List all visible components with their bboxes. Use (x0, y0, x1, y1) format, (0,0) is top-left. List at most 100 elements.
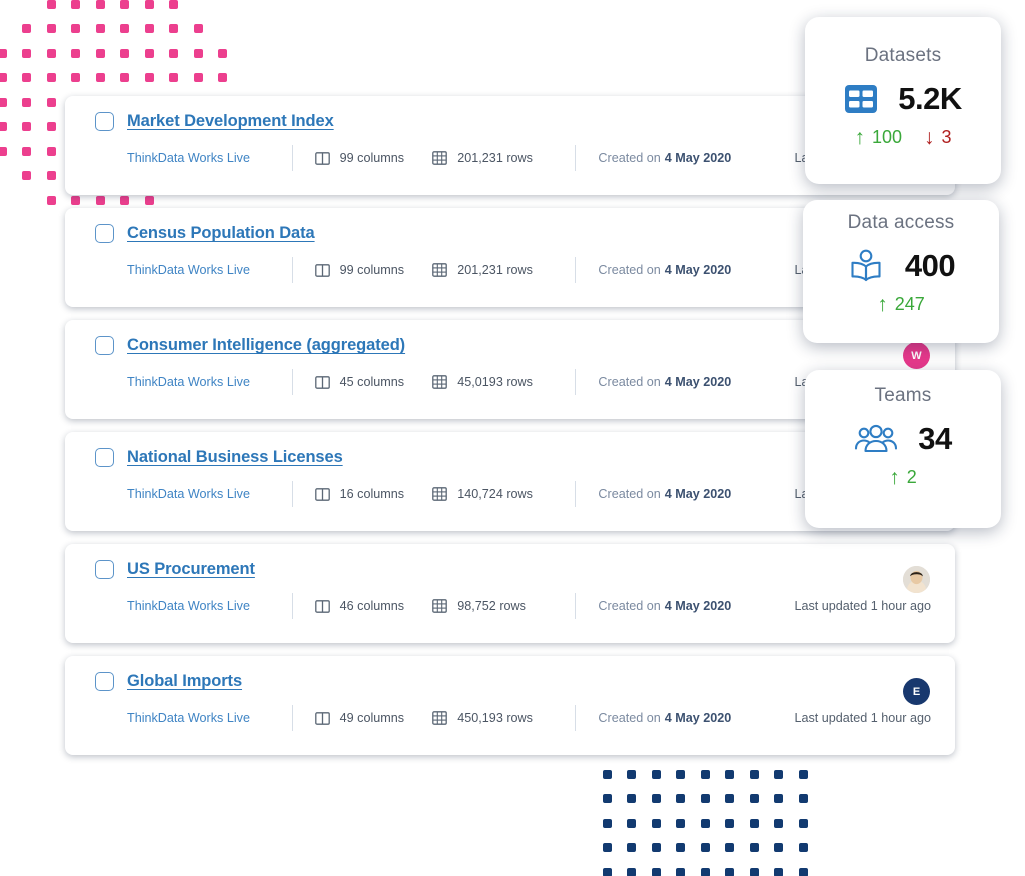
decorative-dot (602, 867, 612, 876)
meta-divider (291, 481, 293, 507)
stat-card-deltas: ↑ 2 (889, 467, 917, 488)
avatar[interactable]: W (903, 342, 930, 369)
dataset-columns-value: 99 columns (339, 151, 405, 165)
dataset-rows-meta: 450,193 rows (432, 711, 575, 725)
dataset-rows-meta: 45,0193 rows (432, 375, 575, 389)
created-on-date: 4 May 2020 (664, 599, 732, 613)
decorative-dot (46, 97, 56, 107)
decorative-dot (749, 843, 759, 853)
stat-card-deltas: ↑ 100 ↓ 3 (854, 127, 951, 148)
meta-divider (291, 705, 293, 731)
rows-icon (432, 711, 448, 725)
dataset-title-link[interactable]: Consumer Intelligence (aggregated) (127, 336, 405, 355)
decorative-dot (218, 0, 227, 9)
stat-card-data-access[interactable]: Data access 400 ↑ 247 (803, 200, 999, 343)
dataset-created-meta: Created on 4 May 2020 (598, 487, 794, 501)
decorative-dot (71, 0, 81, 9)
decorative-dot (0, 196, 7, 205)
dataset-row-meta: ThinkData Works Live 49 columns 450,193 ro… (127, 705, 931, 731)
row-select-checkbox[interactable] (95, 224, 114, 243)
decorative-dot (676, 843, 686, 853)
decorative-dot (193, 73, 203, 83)
dataset-source-label: ThinkData Works Live (127, 375, 250, 389)
decorative-dot (602, 818, 612, 828)
decorative-dot (676, 867, 686, 876)
dataset-title-link[interactable]: US Procurement (127, 560, 255, 579)
navy-dot-pattern-decoration (595, 762, 816, 876)
dataset-row[interactable]: US Procurement ThinkData Works Live 46 col… (65, 544, 955, 643)
stat-card-teams[interactable]: Teams 34 ↑ 2 (805, 370, 1001, 528)
decorative-dot (774, 818, 784, 828)
avatar-initial: E (912, 685, 921, 698)
dataset-row-content: US Procurement ThinkData Works Live 46 col… (65, 544, 955, 643)
decorative-dot (0, 122, 7, 132)
dataset-source-label: ThinkData Works Live (127, 487, 250, 501)
decorative-dot (22, 73, 32, 83)
decorative-dot (95, 0, 105, 9)
decorative-dot (651, 769, 661, 779)
decorative-dot (725, 818, 735, 828)
stat-card-value: 5.2K (898, 81, 962, 116)
stat-delta-down-value: 3 (941, 127, 952, 147)
columns-icon (314, 151, 330, 165)
decorative-dot (243, 24, 252, 33)
created-on-label: Created on (598, 599, 661, 613)
decorative-dot (71, 24, 81, 34)
dataset-rows-value: 45,0193 rows (457, 375, 533, 389)
row-select-checkbox[interactable] (95, 336, 114, 355)
dataset-rows-meta: 201,231 rows (432, 263, 575, 277)
arrow-up-icon: ↑ (889, 466, 900, 489)
decorative-dot (193, 48, 203, 58)
decorative-dot (676, 769, 686, 779)
dataset-row[interactable]: Global Imports ThinkData Works Live 49 col… (65, 656, 955, 755)
row-select-checkbox[interactable] (95, 112, 114, 131)
decorative-dot (22, 171, 32, 181)
dataset-title-link[interactable]: Market Development Index (127, 112, 334, 131)
dataset-source-label: ThinkData Works Live (127, 599, 250, 613)
stat-card-title: Data access (847, 212, 955, 233)
dataset-columns-value: 99 columns (339, 263, 405, 277)
dataset-rows-value: 201,231 rows (457, 263, 533, 277)
created-on-date: 4 May 2020 (664, 151, 732, 165)
decorative-dot (0, 73, 7, 83)
dataset-row-content: Global Imports ThinkData Works Live 49 col… (65, 656, 955, 755)
avatar[interactable] (903, 566, 930, 593)
columns-icon (314, 599, 330, 613)
avatar[interactable]: E (903, 678, 930, 705)
row-select-checkbox[interactable] (95, 560, 114, 579)
rows-icon (432, 487, 448, 501)
dataset-title-link[interactable]: Global Imports (127, 672, 242, 691)
stat-card-datasets[interactable]: Datasets 5.2K ↑ 100 ↓ 3 (805, 17, 1001, 184)
decorative-dot (651, 794, 661, 804)
decorative-dot (22, 122, 32, 132)
decorative-dot (95, 48, 105, 58)
dataset-title-link[interactable]: National Business Licenses (127, 448, 343, 467)
decorative-dot (71, 48, 81, 58)
decorative-dot (120, 24, 130, 34)
decorative-dot (798, 769, 808, 779)
dataset-source-label: ThinkData Works Live (127, 263, 250, 277)
row-select-checkbox[interactable] (95, 448, 114, 467)
row-select-checkbox[interactable] (95, 672, 114, 691)
decorative-dot (46, 24, 56, 34)
decorative-dot (627, 794, 637, 804)
decorative-dot (602, 794, 612, 804)
rows-icon (432, 151, 448, 165)
decorative-dot (602, 769, 612, 779)
created-on-date: 4 May 2020 (664, 375, 732, 389)
decorative-dot (700, 769, 710, 779)
decorative-dot (169, 24, 179, 34)
dataset-columns-value: 16 columns (339, 487, 405, 501)
created-on-date: 4 May 2020 (664, 711, 732, 725)
decorative-dot (144, 24, 154, 34)
decorative-dot (95, 24, 105, 34)
created-on-date: 4 May 2020 (664, 487, 732, 501)
decorative-dot (218, 24, 227, 33)
decorative-dot (218, 73, 228, 83)
decorative-dot (22, 196, 31, 205)
stat-card-value: 34 (918, 421, 952, 456)
decorative-dot (243, 49, 252, 58)
dataset-created-meta: Created on 4 May 2020 (598, 151, 794, 165)
stat-delta-up-value: 100 (871, 127, 903, 147)
dataset-title-link[interactable]: Census Population Data (127, 224, 315, 243)
